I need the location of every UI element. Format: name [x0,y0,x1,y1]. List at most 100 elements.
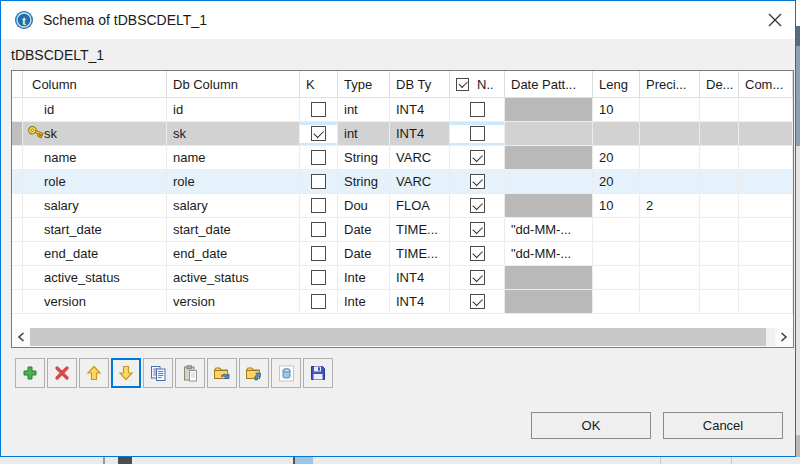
cell-type[interactable]: Inte [338,266,390,289]
move-down-button[interactable] [111,358,141,388]
nullable-checkbox[interactable] [470,222,485,237]
cell-db-type[interactable]: INT4 [390,290,450,313]
key-checkbox[interactable] [311,126,326,141]
cell-db-type[interactable]: VARC [390,146,450,169]
key-checkbox[interactable] [311,198,326,213]
cell-default[interactable] [700,266,739,289]
cell-length[interactable]: 20 [593,170,640,193]
cell-type[interactable]: int [338,122,390,145]
schema-row-active_status[interactable]: active_statusactive_status InteINT4 [12,266,793,290]
cell-db-type[interactable]: INT4 [390,122,450,145]
cell-default[interactable] [700,290,739,313]
cell-db-column[interactable]: version [167,290,300,313]
paste-button[interactable] [175,358,205,388]
horizontal-scrollbar[interactable] [12,328,793,346]
schema-row-sk[interactable]: sksk intINT4 [12,122,793,146]
cell-length[interactable] [593,218,640,241]
cell-db-type[interactable]: INT4 [390,266,450,289]
cell-precision[interactable] [640,98,700,121]
import-button[interactable] [207,358,237,388]
cell-db-column[interactable]: end_date [167,242,300,265]
cell-length[interactable]: 10 [593,194,640,217]
cell-db-column[interactable]: salary [167,194,300,217]
cell-type[interactable]: Date [338,218,390,241]
cell-db-type[interactable]: FLOA [390,194,450,217]
cell-length[interactable] [593,290,640,313]
add-column-button[interactable] [15,358,45,388]
cell-type[interactable]: String [338,146,390,169]
cell-length[interactable] [593,242,640,265]
schema-row-salary[interactable]: salarysalary DouFLOA 102 [12,194,793,218]
cell-type[interactable]: Dou [338,194,390,217]
reset-db-types-button[interactable] [271,358,301,388]
cell-comment[interactable] [739,266,793,289]
cell-precision[interactable]: 2 [640,194,700,217]
scroll-right-icon[interactable] [775,328,793,346]
key-checkbox[interactable] [311,246,326,261]
cell-db-column[interactable]: sk [167,122,300,145]
cell-precision[interactable] [640,290,700,313]
key-checkbox[interactable] [311,270,326,285]
cell-comment[interactable] [739,170,793,193]
nullable-checkbox[interactable] [470,150,485,165]
cell-comment[interactable] [739,242,793,265]
export-button[interactable] [239,358,269,388]
cell-type[interactable]: Date [338,242,390,265]
cell-precision[interactable] [640,218,700,241]
cell-date-pattern[interactable]: "dd-MM-... [505,242,593,265]
cell-precision[interactable] [640,146,700,169]
cell-precision[interactable] [640,170,700,193]
scrollbar-thumb[interactable] [30,328,766,346]
schema-row-name[interactable]: namenameStringVARC20 [12,146,793,170]
copy-button[interactable] [143,358,173,388]
cell-comment[interactable] [739,290,793,313]
nullable-checkbox[interactable] [470,102,485,117]
key-checkbox[interactable] [311,222,326,237]
cell-precision[interactable] [640,242,700,265]
cell-column[interactable]: active_status [23,266,167,289]
cell-default[interactable] [700,98,739,121]
cell-comment[interactable] [739,218,793,241]
nullable-checkbox[interactable] [470,246,485,261]
cell-length[interactable]: 20 [593,146,640,169]
cell-column[interactable]: salary [23,194,167,217]
save-button[interactable] [303,358,333,388]
cell-default[interactable] [700,218,739,241]
cell-default[interactable] [700,146,739,169]
cell-date-pattern[interactable] [505,122,593,145]
cell-db-column[interactable]: active_status [167,266,300,289]
key-checkbox[interactable] [311,294,326,309]
key-checkbox[interactable] [311,150,326,165]
cell-type[interactable]: int [338,98,390,121]
nullable-checkbox[interactable] [470,270,485,285]
cell-precision[interactable] [640,122,700,145]
nullable-checkbox[interactable] [470,198,485,213]
cell-default[interactable] [700,194,739,217]
move-up-button[interactable] [79,358,109,388]
cell-column[interactable]: end_date [23,242,167,265]
nullable-checkbox[interactable] [470,294,485,309]
close-icon[interactable] [767,12,783,28]
schema-row-id[interactable]: ididintINT410 [12,98,793,122]
cell-date-pattern[interactable]: "dd-MM-... [505,218,593,241]
cell-db-column[interactable]: id [167,98,300,121]
cell-column[interactable]: name [23,146,167,169]
schema-row-end_date[interactable]: end_dateend_date DateTIME... "dd-MM-... [12,242,793,266]
cell-db-type[interactable]: TIME... [390,218,450,241]
cell-type[interactable]: Inte [338,290,390,313]
cell-column[interactable]: start_date [23,218,167,241]
remove-column-button[interactable] [47,358,77,388]
schema-row-start_date[interactable]: start_datestart_dateDateTIME..."dd-MM-..… [12,218,793,242]
cell-default[interactable] [700,242,739,265]
cell-comment[interactable] [739,146,793,169]
nullable-checkbox[interactable] [470,174,485,189]
cell-comment[interactable] [739,98,793,121]
cell-default[interactable] [700,122,739,145]
cell-db-type[interactable]: TIME... [390,242,450,265]
cell-column[interactable]: role [23,170,167,193]
scroll-left-icon[interactable] [12,328,30,346]
cell-length[interactable] [593,266,640,289]
cell-column[interactable]: sk [23,122,167,145]
cancel-button[interactable]: Cancel [663,412,783,439]
cell-column[interactable]: version [23,290,167,313]
